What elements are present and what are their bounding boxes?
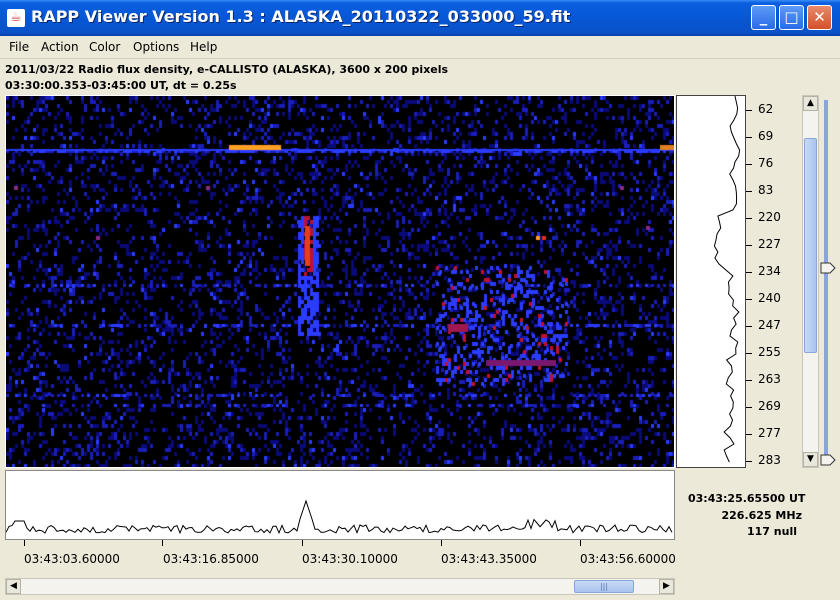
menu-color[interactable]: Color bbox=[89, 40, 120, 54]
range-upper-handle[interactable] bbox=[820, 262, 836, 274]
range-slider[interactable] bbox=[820, 100, 836, 466]
menu-action[interactable]: Action bbox=[41, 40, 79, 54]
frequency-label: 76 bbox=[758, 156, 774, 170]
time-tick bbox=[302, 540, 303, 546]
frequency-tick bbox=[746, 272, 752, 273]
frequency-tick bbox=[746, 191, 752, 192]
frequency-profile-plot bbox=[713, 95, 741, 463]
frequency-label: 62 bbox=[758, 102, 774, 116]
scroll-right-arrow[interactable]: ▶ bbox=[659, 579, 674, 594]
frequency-tick bbox=[746, 380, 752, 381]
frequency-tick bbox=[746, 434, 752, 435]
scroll-down-arrow[interactable]: ▼ bbox=[803, 452, 818, 467]
frequency-label: 220 bbox=[758, 210, 781, 224]
frequency-tick bbox=[746, 245, 752, 246]
frequency-label: 277 bbox=[758, 426, 781, 440]
cursor-frequency-readout: 226.625 MHz bbox=[721, 509, 803, 522]
frequency-label: 234 bbox=[758, 264, 781, 278]
frequency-label: 247 bbox=[758, 318, 781, 332]
light-curve-line bbox=[5, 499, 673, 535]
frequency-label: 263 bbox=[758, 372, 781, 386]
frequency-label: 283 bbox=[758, 453, 781, 467]
time-tick bbox=[441, 540, 442, 546]
frequency-tick bbox=[746, 407, 752, 408]
time-label: 03:43:43.35000 bbox=[441, 552, 537, 566]
java-cup-icon[interactable]: ☕ bbox=[7, 9, 25, 27]
time-tick bbox=[580, 540, 581, 546]
time-axis: 03:43:03.60000 03:43:16.85000 03:43:30.1… bbox=[5, 540, 675, 570]
frequency-tick bbox=[746, 461, 752, 462]
time-label: 03:43:56.60000 bbox=[580, 552, 675, 566]
info-line-1: 2011/03/22 Radio flux density, e-CALLIST… bbox=[5, 63, 449, 76]
minimize-button[interactable]: _ bbox=[751, 5, 776, 30]
frequency-profile-panel bbox=[676, 95, 746, 468]
time-label: 03:43:03.60000 bbox=[24, 552, 120, 566]
horizontal-scrollbar[interactable]: ◀ ||| ▶ bbox=[5, 578, 675, 595]
frequency-label: 83 bbox=[758, 183, 774, 197]
frequency-label: 269 bbox=[758, 399, 781, 413]
window-title: RAPP Viewer Version 1.3 : ALASKA_2011032… bbox=[31, 7, 571, 26]
cursor-value-readout: 117 null bbox=[747, 525, 797, 538]
frequency-tick bbox=[746, 110, 752, 111]
menu-help[interactable]: Help bbox=[190, 40, 217, 54]
menu-bar: File Action Color Options Help bbox=[0, 36, 840, 59]
frequency-tick bbox=[746, 218, 752, 219]
time-tick bbox=[162, 540, 163, 546]
light-curve-plot bbox=[5, 499, 673, 535]
menu-options[interactable]: Options bbox=[133, 40, 179, 54]
time-label: 03:43:30.10000 bbox=[302, 552, 398, 566]
frequency-axis: 62 69 76 83 220 227 234 240 247 255 263 269 277 283 bbox=[746, 95, 796, 468]
maximize-button[interactable]: □ bbox=[779, 5, 804, 30]
light-curve-panel bbox=[5, 470, 675, 540]
frequency-tick bbox=[746, 137, 752, 138]
frequency-tick bbox=[746, 164, 752, 165]
frequency-tick bbox=[746, 299, 752, 300]
title-bar: ☕ RAPP Viewer Version 1.3 : ALASKA_20110… bbox=[0, 0, 840, 36]
frequency-tick bbox=[746, 353, 752, 354]
range-lower-handle[interactable] bbox=[820, 454, 836, 466]
frequency-label: 240 bbox=[758, 291, 781, 305]
frequency-label: 69 bbox=[758, 129, 774, 143]
profile-curve bbox=[713, 95, 741, 463]
scroll-left-arrow[interactable]: ◀ bbox=[6, 579, 21, 594]
menu-file[interactable]: File bbox=[9, 40, 29, 54]
time-label: 03:43:16.85000 bbox=[163, 552, 259, 566]
info-line-2: 03:30:00.353-03:45:00 UT, dt = 0.25s bbox=[5, 79, 237, 92]
vertical-scroll-thumb[interactable] bbox=[804, 138, 817, 353]
vertical-scrollbar[interactable]: ▲ ▼ bbox=[802, 95, 819, 468]
time-tick bbox=[24, 540, 25, 546]
spectrogram-panel[interactable] bbox=[5, 95, 675, 468]
frequency-tick bbox=[746, 326, 752, 327]
close-button[interactable]: ✕ bbox=[807, 5, 832, 30]
frequency-label: 227 bbox=[758, 237, 781, 251]
scroll-up-arrow[interactable]: ▲ bbox=[803, 96, 818, 111]
spectrogram-canvas[interactable] bbox=[6, 96, 674, 467]
horizontal-scroll-thumb[interactable]: ||| bbox=[574, 580, 634, 593]
frequency-label: 255 bbox=[758, 345, 781, 359]
cursor-time-readout: 03:43:25.65500 UT bbox=[688, 492, 806, 505]
